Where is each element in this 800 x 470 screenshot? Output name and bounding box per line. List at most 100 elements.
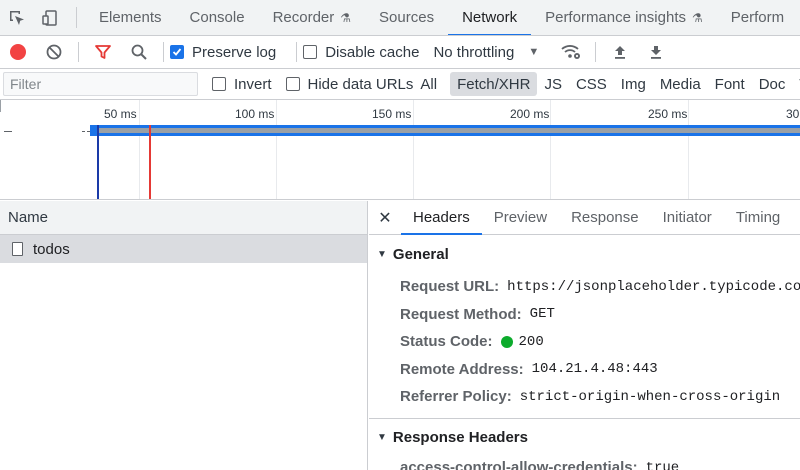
- wifi-settings-icon: [561, 45, 581, 59]
- request-details-pane: ✕ Headers Preview Response Initiator Tim…: [369, 201, 800, 470]
- hide-data-urls-checkbox[interactable]: Hide data URLs: [285, 76, 413, 93]
- request-timing-bar-inner: [97, 128, 800, 133]
- inspect-element-icon[interactable]: [0, 0, 34, 35]
- tick-label: 250 ms: [648, 107, 688, 121]
- name-column-header[interactable]: Name: [0, 201, 367, 235]
- throttling-select[interactable]: No throttling ▼: [433, 44, 539, 61]
- tab-label: Elements: [99, 9, 162, 26]
- filter-type-css[interactable]: CSS: [569, 72, 614, 96]
- checkbox-unchecked-icon: [212, 77, 226, 91]
- grid-line: [139, 100, 140, 199]
- filter-type-js[interactable]: JS: [537, 72, 569, 96]
- response-headers-section-header[interactable]: ▼ Response Headers: [369, 419, 800, 457]
- tab-label: Recorder: [272, 9, 335, 26]
- upload-icon: [615, 46, 626, 59]
- tab-preview[interactable]: Preview: [482, 201, 559, 234]
- toolbar-separator: [163, 42, 164, 62]
- tab-headers[interactable]: Headers: [401, 201, 482, 235]
- clear-button[interactable]: [36, 36, 72, 68]
- tab-initiator[interactable]: Initiator: [651, 201, 724, 234]
- toolbar-separator: [595, 42, 597, 62]
- tab-recorder[interactable]: Recorder ⚗: [259, 0, 365, 35]
- response-header-row: access-control-allow-credentials: true: [369, 457, 800, 470]
- flask-icon: ⚗: [692, 10, 703, 25]
- request-list: Name todos: [0, 201, 368, 470]
- tab-label: Console: [189, 9, 245, 26]
- record-button[interactable]: [0, 36, 36, 68]
- search-button[interactable]: [121, 36, 157, 68]
- tab-separator: [76, 7, 77, 28]
- tab-response[interactable]: Response: [559, 201, 651, 234]
- import-har-button[interactable]: [602, 36, 638, 68]
- grid-line: [688, 100, 689, 199]
- throttling-value: No throttling: [433, 43, 515, 61]
- tab-elements[interactable]: Elements: [85, 0, 176, 35]
- tick-label: 150 ms: [372, 107, 412, 121]
- dropdown-caret-icon: ▼: [528, 46, 540, 58]
- details-tab-bar: ✕ Headers Preview Response Initiator Tim…: [369, 201, 800, 235]
- tab-performance[interactable]: Perform: [717, 0, 798, 35]
- tab-console[interactable]: Console: [176, 0, 259, 35]
- flask-icon: ⚗: [340, 10, 352, 25]
- filter-type-fetch-xhr[interactable]: Fetch/XHR: [450, 72, 538, 96]
- load-event-marker: [149, 125, 151, 199]
- close-details-button[interactable]: ✕: [369, 201, 401, 234]
- invert-checkbox[interactable]: Invert: [212, 76, 272, 93]
- device-toolbar-icon[interactable]: [34, 0, 68, 35]
- export-har-button[interactable]: [638, 36, 674, 68]
- tab-sources[interactable]: Sources: [365, 0, 448, 35]
- document-icon: [12, 242, 23, 256]
- header-value: true: [645, 459, 680, 470]
- timeline-dash: [4, 131, 12, 132]
- header-value: strict-origin-when-cross-origin: [519, 388, 781, 405]
- search-icon: [131, 44, 147, 60]
- checkbox-checked-icon: [170, 45, 184, 59]
- toolbar-separator: [78, 42, 79, 62]
- disable-cache-checkbox[interactable]: Disable cache: [303, 44, 419, 61]
- tab-label: Performance insights: [545, 9, 686, 26]
- filter-toggle-button[interactable]: [85, 36, 121, 68]
- request-row[interactable]: todos: [0, 235, 367, 263]
- tab-network[interactable]: Network: [448, 0, 532, 35]
- timeline-edge: [0, 100, 1, 112]
- network-conditions-button[interactable]: [553, 36, 589, 68]
- status-code-row: Status Code: 200: [369, 328, 800, 356]
- tab-performance-insights[interactable]: Performance insights ⚗: [531, 0, 717, 35]
- filter-type-media[interactable]: Media: [653, 72, 708, 96]
- record-icon: [10, 44, 26, 60]
- network-overview-timeline[interactable]: 50 ms 100 ms 150 ms 200 ms 250 ms 30: [0, 100, 800, 200]
- close-icon: ✕: [378, 209, 392, 227]
- filter-type-doc[interactable]: Doc: [752, 72, 793, 96]
- tick-label: 100 ms: [235, 107, 275, 121]
- status-ok-icon: [500, 335, 513, 348]
- tab-timing[interactable]: Timing: [724, 201, 792, 234]
- tick-label: 30: [786, 107, 800, 121]
- filter-type-ws[interactable]: W: [792, 72, 800, 96]
- invert-label: Invert: [234, 75, 272, 93]
- filter-type-font[interactable]: Font: [708, 72, 752, 96]
- grid-line: [276, 100, 277, 199]
- filter-type-img[interactable]: Img: [614, 72, 653, 96]
- filter-icon: [95, 45, 111, 59]
- triangle-down-icon: ▼: [377, 248, 387, 260]
- general-section-header[interactable]: ▼ General: [369, 235, 800, 273]
- preserve-log-checkbox[interactable]: Preserve log: [170, 44, 276, 61]
- tab-label: Sources: [379, 9, 435, 26]
- referrer-policy-row: Referrer Policy: strict-origin-when-cros…: [369, 383, 800, 411]
- disable-cache-label: Disable cache: [325, 43, 420, 61]
- header-key: Request Method:: [400, 305, 522, 323]
- header-key: access-control-allow-credentials:: [400, 459, 638, 470]
- toolbar-separator: [296, 42, 298, 62]
- grid-line: [413, 100, 414, 199]
- request-method-row: Request Method: GET: [369, 301, 800, 329]
- grid-line: [550, 100, 551, 199]
- tab-label: Perform: [730, 9, 785, 26]
- header-value: 200: [518, 333, 544, 350]
- dom-content-loaded-marker: [97, 125, 99, 199]
- header-value: https://jsonplaceholder.typicode.com/: [507, 278, 800, 295]
- filter-type-all[interactable]: All: [413, 72, 444, 96]
- request-url-row: Request URL: https://jsonplaceholder.typ…: [369, 273, 800, 301]
- header-key: Request URL:: [400, 278, 500, 296]
- filter-input[interactable]: [3, 72, 198, 96]
- request-name: todos: [33, 240, 70, 258]
